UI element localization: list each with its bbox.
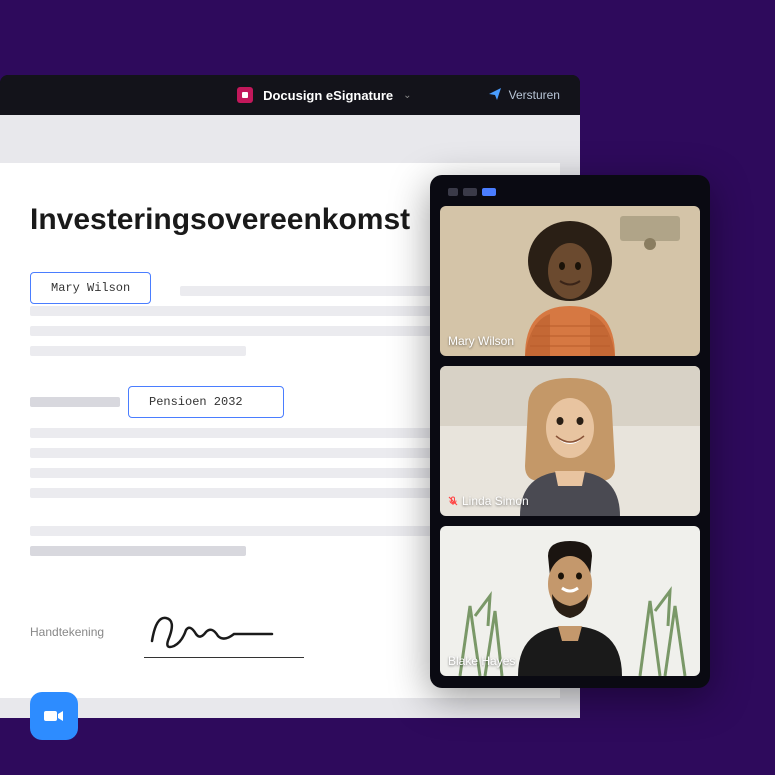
participant-name: Blake Hayes bbox=[448, 654, 515, 668]
text-placeholder bbox=[30, 326, 472, 336]
video-panel-controls bbox=[440, 185, 700, 206]
pension-field[interactable]: Pensioen 2032 bbox=[128, 386, 284, 418]
window-control-icon[interactable] bbox=[482, 188, 496, 196]
send-button[interactable]: Versturen bbox=[489, 88, 560, 103]
text-placeholder bbox=[30, 526, 472, 536]
text-placeholder bbox=[30, 448, 472, 458]
send-icon bbox=[489, 88, 501, 103]
text-placeholder bbox=[30, 306, 472, 316]
participant-name: Linda Simon bbox=[448, 494, 529, 508]
document-toolbar bbox=[0, 115, 580, 143]
video-tile[interactable]: Blake Hayes bbox=[440, 526, 700, 676]
video-call-panel: Mary Wilson Linda Simon bbox=[430, 175, 710, 688]
window-control-icon[interactable] bbox=[463, 188, 477, 196]
participant-name: Mary Wilson bbox=[448, 334, 514, 348]
app-title: Docusign eSignature bbox=[263, 88, 393, 103]
signature-graphic bbox=[144, 606, 284, 656]
send-label: Versturen bbox=[509, 88, 560, 102]
name-field[interactable]: Mary Wilson bbox=[30, 272, 151, 304]
text-placeholder bbox=[30, 468, 472, 478]
text-placeholder bbox=[30, 546, 246, 556]
text-placeholder bbox=[30, 346, 246, 356]
text-placeholder bbox=[30, 488, 472, 498]
signature-label: Handtekening bbox=[30, 625, 104, 639]
video-tile[interactable]: Mary Wilson bbox=[440, 206, 700, 356]
text-placeholder bbox=[180, 286, 468, 296]
video-tile[interactable]: Linda Simon bbox=[440, 366, 700, 516]
video-camera-icon bbox=[41, 703, 67, 729]
chevron-down-icon[interactable]: ⌄ bbox=[403, 90, 411, 101]
text-placeholder bbox=[30, 428, 472, 438]
text-placeholder bbox=[30, 397, 120, 407]
zoom-app-button[interactable] bbox=[30, 692, 78, 740]
document-header: Docusign eSignature ⌄ Versturen bbox=[0, 75, 580, 115]
docusign-logo-icon bbox=[237, 87, 253, 103]
muted-icon bbox=[448, 496, 458, 506]
window-control-icon[interactable] bbox=[448, 188, 458, 196]
signature-line bbox=[144, 657, 304, 658]
